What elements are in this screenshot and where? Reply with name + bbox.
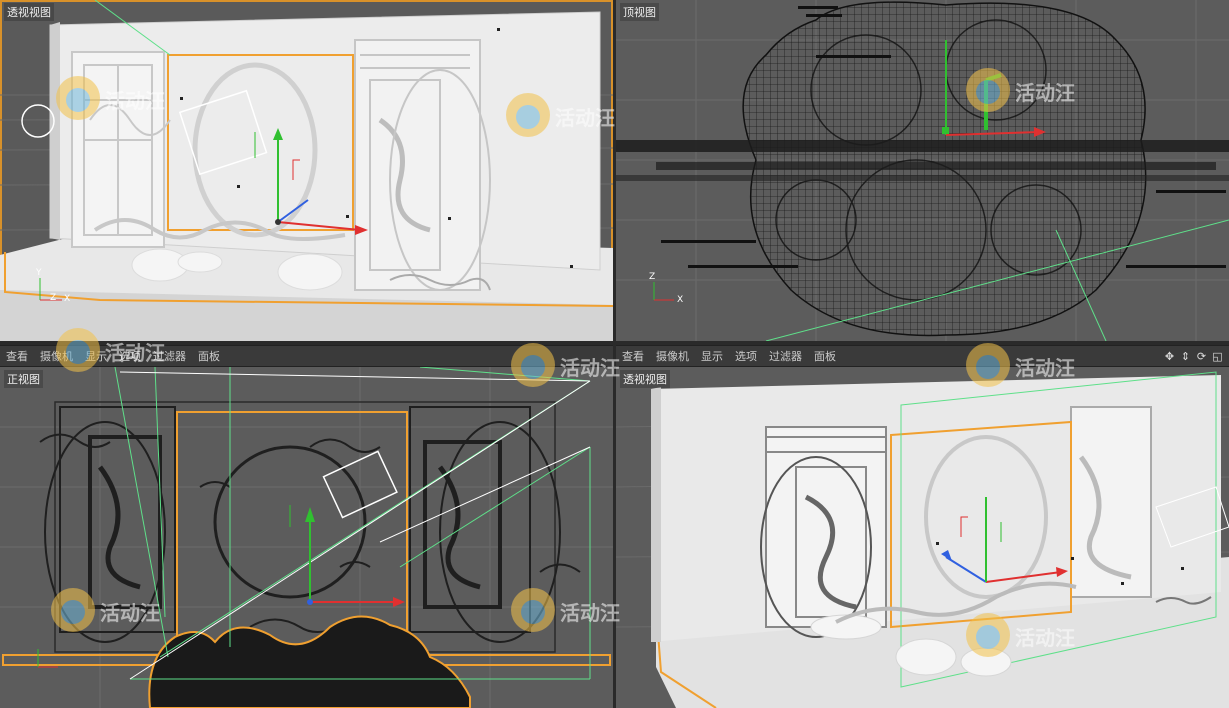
menu-filter[interactable]: 过滤器	[763, 348, 808, 364]
viewport-perspective-top-left[interactable]: 透视视图 Y Z X	[0, 0, 613, 341]
viewport-top-view[interactable]: 顶视图 Z X	[616, 0, 1229, 341]
menu-options[interactable]: 选项	[729, 348, 763, 364]
menu-panel[interactable]: 面板	[808, 348, 842, 364]
menu-camera[interactable]: 摄像机	[650, 348, 695, 364]
viewport-menubar-right: 查看 摄像机 显示 选项 过滤器 面板 ✥ ⇕ ⟳ ◱	[616, 345, 1229, 367]
viewport-label[interactable]: 正视图	[4, 370, 43, 388]
viewport-menubar-left: 查看 摄像机 显示 选项 过滤器 面板	[0, 345, 613, 367]
view-tools: ✥ ⇕ ⟳ ◱	[1164, 351, 1229, 362]
perspective-scene	[0, 0, 613, 341]
axis-label-z: Z	[50, 293, 57, 303]
top-view-wireframe	[616, 0, 1229, 341]
viewport-label[interactable]: 透视视图	[4, 3, 54, 21]
viewport-perspective-bottom-right[interactable]: 透视视图	[616, 367, 1229, 708]
viewport-label[interactable]: 透视视图	[620, 370, 670, 388]
menu-display[interactable]: 显示	[695, 348, 729, 364]
perspective-scene-2	[616, 371, 1229, 708]
menu-view[interactable]: 查看	[616, 348, 650, 364]
axis-label-z: Z	[649, 272, 656, 282]
menu-filter[interactable]: 过滤器	[147, 348, 192, 364]
front-view-wireframe	[0, 367, 613, 708]
axis-label-x: X	[64, 294, 71, 304]
axis-label-y: Y	[36, 268, 42, 278]
maximize-view-icon[interactable]: ◱	[1212, 351, 1223, 362]
axis-label-x: X	[677, 295, 684, 305]
menu-view[interactable]: 查看	[0, 348, 34, 364]
menu-panel[interactable]: 面板	[192, 348, 226, 364]
viewport-label[interactable]: 顶视图	[620, 3, 659, 21]
menu-display[interactable]: 显示	[79, 348, 113, 364]
zoom-view-icon[interactable]: ⇕	[1180, 351, 1191, 362]
menu-options[interactable]: 选项	[113, 348, 147, 364]
menu-camera[interactable]: 摄像机	[34, 348, 79, 364]
move-view-icon[interactable]: ✥	[1164, 351, 1175, 362]
viewport-front-view[interactable]: 正视图	[0, 367, 613, 708]
rotate-view-icon[interactable]: ⟳	[1196, 351, 1207, 362]
